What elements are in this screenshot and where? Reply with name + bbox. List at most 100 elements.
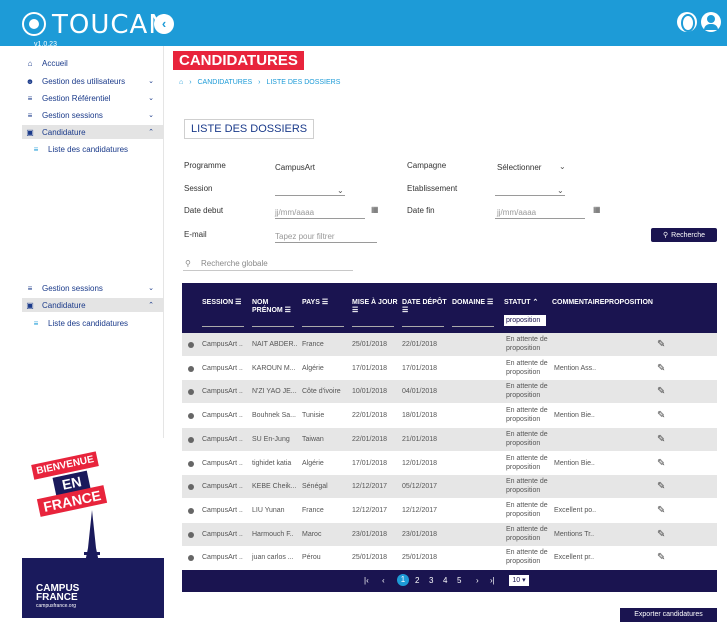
- campagne-select[interactable]: Sélectionner: [497, 163, 541, 172]
- table-row[interactable]: CampusArt .. LIU Yunan France 12/12/2017 12/…: [182, 499, 717, 522]
- cell-pays: Algérie: [302, 459, 324, 467]
- home-icon: ⌂: [27, 58, 33, 68]
- filter-session[interactable]: [202, 326, 244, 327]
- cell-nom: Bouhnek Sa...: [252, 412, 296, 420]
- cell-session: CampusArt ..: [202, 341, 243, 348]
- calendar-icon[interactable]: ▦: [593, 205, 601, 214]
- etablissement-select[interactable]: [495, 195, 565, 196]
- email-label: E-mail: [184, 230, 207, 239]
- table-row[interactable]: CampusArt .. Bouhnek Sa... Tunisie 22/01/20…: [182, 404, 717, 427]
- next-page-icon[interactable]: ›: [476, 576, 479, 585]
- filter-domaine[interactable]: [452, 326, 494, 327]
- user-account-icon[interactable]: [701, 12, 721, 32]
- edit-pencil-icon[interactable]: ✎: [657, 529, 665, 540]
- date-debut-input[interactable]: jj/mm/aaaa: [275, 208, 314, 217]
- document-icon: ▣: [26, 127, 34, 137]
- cell-mise-a-jour: 17/01/2018: [352, 364, 388, 372]
- edit-pencil-icon[interactable]: ✎: [657, 434, 665, 445]
- date-debut-label: Date debut: [184, 206, 224, 215]
- cell-session: CampusArt ..: [202, 459, 243, 467]
- page-size-select[interactable]: 10 ▾: [509, 575, 529, 586]
- chevron-down-icon[interactable]: ⌄: [559, 162, 566, 171]
- filter-statut-input[interactable]: proposition: [504, 315, 546, 326]
- col-date-depot[interactable]: DATE DÉPÔT ☰: [402, 299, 447, 315]
- cell-pays: Sénégal: [302, 483, 328, 491]
- filter-date-depot[interactable]: [402, 326, 444, 327]
- sidebar-item-referentiel[interactable]: ≡ Gestion Référentiel ⌄: [22, 91, 164, 105]
- table-row[interactable]: CampusArt .. Harmouch F.. Maroc 23/01/2018 2…: [182, 522, 717, 546]
- language-globe-icon[interactable]: [677, 12, 697, 32]
- list-icon: ≡: [33, 144, 39, 154]
- programme-select[interactable]: CampusArt: [275, 163, 315, 172]
- filter-pays[interactable]: [302, 326, 344, 327]
- etablissement-label: Etablissement: [407, 184, 458, 193]
- search-button[interactable]: ⚲ Recherche: [651, 228, 717, 242]
- sidebar-item-sessions[interactable]: ≡ Gestion sessions ⌄: [22, 281, 164, 295]
- sidebar-collapse-button[interactable]: ‹: [154, 14, 174, 34]
- last-page-icon[interactable]: ›|: [490, 576, 495, 585]
- cell-mise-a-jour: 12/12/2017: [352, 483, 388, 491]
- edit-pencil-icon[interactable]: ✎: [657, 363, 665, 374]
- sidebar-item-accueil[interactable]: ⌂ Accueil: [22, 56, 164, 70]
- page-3[interactable]: 3: [429, 576, 433, 585]
- col-nom[interactable]: NOM PRÉNOM ☰: [252, 299, 291, 315]
- date-fin-input[interactable]: jj/mm/aaaa: [497, 208, 536, 217]
- cell-date-depot: 25/01/2018: [402, 554, 438, 562]
- export-candidatures-button[interactable]: Exporter candidatures: [620, 608, 717, 622]
- sidebar-item-liste-candidatures[interactable]: ≡ Liste des candidatures: [22, 142, 164, 156]
- edit-pencil-icon[interactable]: ✎: [657, 481, 665, 492]
- email-input[interactable]: Tapez pour filtrer: [275, 232, 335, 241]
- edit-pencil-icon[interactable]: ✎: [657, 552, 665, 563]
- chevron-down-icon[interactable]: ⌄: [557, 186, 564, 195]
- edit-pencil-icon[interactable]: ✎: [657, 386, 665, 397]
- col-commentaire: COMMENTAIREPROPOSITION: [552, 299, 653, 306]
- first-page-icon[interactable]: |‹: [364, 576, 369, 585]
- session-select[interactable]: [275, 195, 345, 196]
- table-row[interactable]: CampusArt .. NAIT ABDER.. France 25/01/2018…: [182, 333, 717, 356]
- cell-nom: juan carlos ...: [252, 554, 294, 562]
- home-icon[interactable]: ⌂: [179, 79, 183, 86]
- sidebar-item-label: Accueil: [42, 58, 68, 68]
- logo-icon: [22, 12, 46, 36]
- chevron-down-icon[interactable]: ⌄: [337, 186, 344, 195]
- col-mise-a-jour[interactable]: MISE À JOUR ☰: [352, 299, 398, 315]
- sidebar-item-label: Gestion Référentiel: [42, 93, 111, 103]
- global-search-input[interactable]: ⚲ Recherche globale: [183, 256, 353, 271]
- col-pays[interactable]: PAYS ☰: [302, 299, 328, 307]
- cell-statut: En attente de proposition: [506, 407, 548, 424]
- toucan-logo[interactable]: TOUCAN v1.0.23: [22, 10, 168, 48]
- edit-pencil-icon[interactable]: ✎: [657, 458, 665, 469]
- table-row[interactable]: CampusArt .. N'ZI YAO JE... Côte d'ivoire 1…: [182, 380, 717, 404]
- sidebar-item-candidature[interactable]: ▣ Candidature ⌃: [22, 125, 164, 139]
- sidebar-item-candidature[interactable]: ▣ Candidature ⌃: [22, 298, 164, 312]
- filter-nom[interactable]: [252, 326, 294, 327]
- breadcrumb-item[interactable]: CANDIDATURES: [197, 79, 252, 86]
- edit-pencil-icon[interactable]: ✎: [657, 410, 665, 421]
- edit-pencil-icon[interactable]: ✎: [657, 505, 665, 516]
- col-domaine[interactable]: DOMAINE ☰: [452, 299, 493, 307]
- cell-mise-a-jour: 25/01/2018: [352, 341, 388, 348]
- cell-date-depot: 12/12/2017: [402, 506, 438, 514]
- campus-france-logo: CAMPUS FRANCE campusfrance.org: [36, 584, 79, 611]
- filter-mise-a-jour[interactable]: [352, 326, 394, 327]
- col-session[interactable]: SESSION ☰: [202, 299, 241, 307]
- col-statut[interactable]: STATUT ⌃: [504, 299, 538, 307]
- table-row[interactable]: CampusArt .. KAROUN M... Algérie 17/01/2018…: [182, 357, 717, 380]
- page-4[interactable]: 4: [443, 576, 447, 585]
- table-row[interactable]: CampusArt .. KEBE Cheik... Sénégal 12/12/20…: [182, 475, 717, 499]
- sidebar-item-liste-candidatures[interactable]: ≡ Liste des candidatures: [22, 316, 164, 330]
- table-row[interactable]: CampusArt .. SU En-Jung Taiwan 22/01/2018 21…: [182, 427, 717, 451]
- cell-pays: Pérou: [302, 554, 321, 562]
- page-1[interactable]: 1: [397, 574, 409, 586]
- global-search-placeholder: Recherche globale: [201, 259, 268, 268]
- edit-pencil-icon[interactable]: ✎: [657, 339, 665, 350]
- page-5[interactable]: 5: [457, 576, 461, 585]
- sidebar-item-sessions[interactable]: ≡ Gestion sessions ⌄: [22, 108, 164, 122]
- prev-page-icon[interactable]: ‹: [382, 576, 385, 585]
- page-2[interactable]: 2: [415, 576, 419, 585]
- table-row[interactable]: CampusArt .. tighidet katia Algérie 17/01/2…: [182, 452, 717, 475]
- table-row[interactable]: CampusArt .. juan carlos ... Pérou 25/01/20…: [182, 546, 717, 569]
- cell-mise-a-jour: 12/12/2017: [352, 506, 388, 514]
- calendar-icon[interactable]: ▦: [371, 205, 379, 214]
- sidebar-item-users[interactable]: ☻ Gestion des utilisateurs ⌄: [22, 74, 164, 88]
